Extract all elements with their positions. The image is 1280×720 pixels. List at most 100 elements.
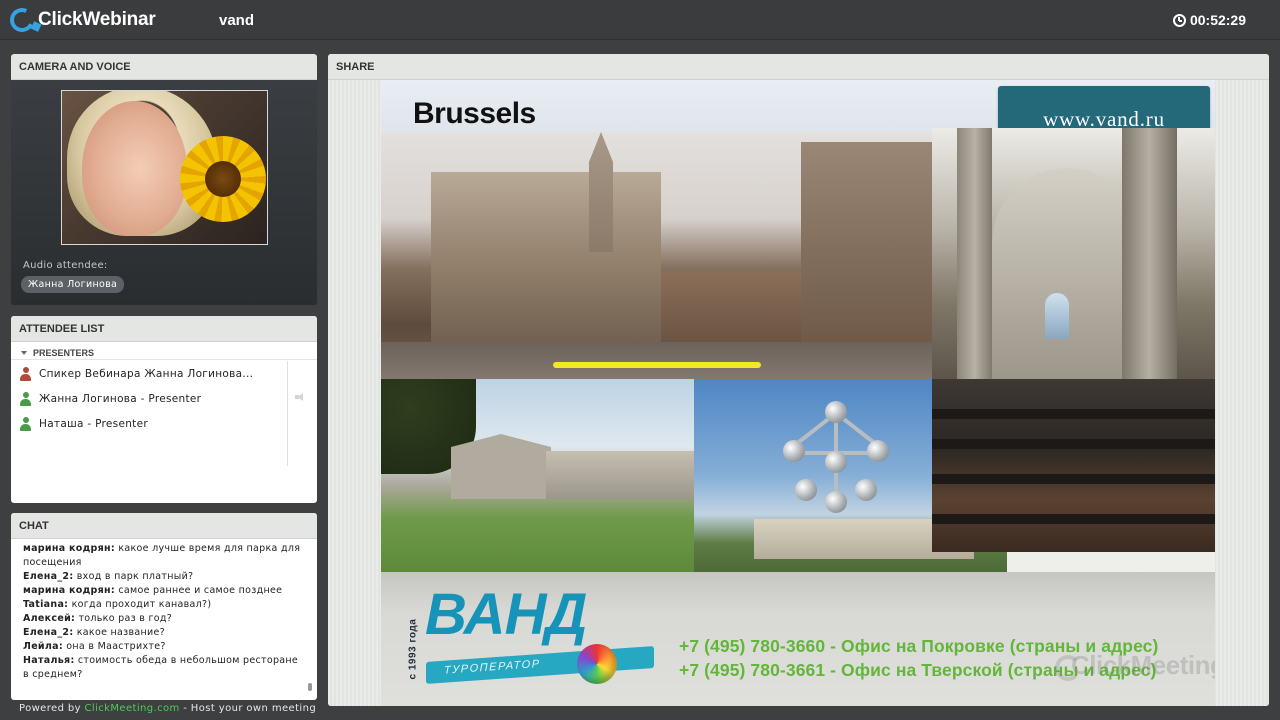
attendee-column-divider (287, 361, 288, 466)
attendee-name: Наташа - Presenter (39, 417, 148, 430)
powered-by-footer: Powered by ClickMeeting.com - Host your … (19, 703, 316, 714)
chat-text: в среднем? (23, 669, 83, 680)
person-icon (19, 366, 32, 381)
pew-row (932, 514, 1215, 524)
attendee-row[interactable]: Наташа - Presenter (11, 411, 287, 436)
chat-author: марина кодрян: (23, 585, 116, 596)
colonnade (546, 451, 694, 499)
chat-message: марина кодрян: самое раннее и самое позд… (23, 584, 307, 598)
clickmeeting-link[interactable]: ClickMeeting.com (85, 703, 180, 714)
vand-ribbon-text: ТУРОПЕРАТОР (444, 657, 541, 677)
pew-row (932, 409, 1215, 419)
chat-text: стоимость обеда в небольшом ресторане (74, 655, 299, 666)
camera-body: Audio attendee: Жанна Логинова (11, 80, 317, 305)
powered-prefix: Powered by (19, 703, 85, 714)
yellow-highlight-stroke (553, 362, 761, 368)
chat-text: посещения (23, 557, 82, 568)
attendee-list: Спикер Вебинара Жанна Логинова... Жанна Л… (11, 361, 287, 436)
attendee-name: Жанна Логинова - Presenter (39, 392, 202, 405)
photo-cathedral-interior (932, 128, 1215, 379)
presenter-video[interactable] (61, 90, 268, 245)
chat-message: Елена_2: вход в парк платный? (23, 570, 307, 584)
atomium-sphere (855, 479, 877, 501)
cathedral-column-right (1122, 128, 1177, 379)
video-face (82, 101, 187, 236)
attendee-row[interactable]: Жанна Логинова - Presenter (11, 386, 287, 411)
grand-place-town-hall (431, 172, 661, 347)
attendee-name: Спикер Вебинара Жанна Логинова... (39, 367, 254, 380)
chat-author: Лейла: (23, 641, 63, 652)
chat-text: самое раннее и самое позднее (115, 585, 283, 596)
share-stage: Brussels www.vand.ru с 1993 года ВАНД ТУ… (328, 80, 1269, 706)
person-icon (19, 416, 32, 431)
photo-grand-place (381, 132, 932, 379)
room-name: vand (219, 12, 255, 29)
presenters-group-toggle[interactable]: PRESENTERS (11, 342, 317, 360)
person-icon (19, 391, 32, 406)
attendee-panel-title: ATTENDEE LIST (11, 316, 317, 342)
atomium-sphere (867, 440, 889, 462)
camera-panel-title: CAMERA AND VOICE (11, 54, 317, 80)
grand-place-square (381, 342, 932, 379)
brand-logo: ClickWebinar (6, 4, 156, 36)
chat-author: Елена_2: (23, 571, 74, 582)
chat-author: Tatiana: (23, 599, 69, 610)
session-timer: 00:52:29 (1172, 12, 1246, 28)
grand-place-kings-house (801, 142, 932, 347)
chat-message: Tatiana: когда проходит канавал?) (23, 598, 307, 612)
cathedral-column-left (957, 128, 992, 379)
grand-place-guild-houses (661, 272, 801, 342)
globe-icon (577, 644, 617, 684)
chat-author: Елена_2: (23, 627, 74, 638)
audio-attendee-label: Audio attendee: (23, 260, 108, 271)
chat-panel: CHAT марина кодрян: какое лучше время дл… (11, 513, 317, 700)
chat-message: Лейла: она в Маастрихте? (23, 640, 307, 654)
powered-suffix: - Host your own meeting (179, 703, 317, 714)
atomium-sphere (825, 451, 847, 473)
chat-text: она в Маастрихте? (62, 641, 166, 652)
photo-cinquantenaire (381, 379, 694, 572)
chat-message: марина кодрян: какое лучше время для пар… (23, 542, 307, 556)
chat-message: в среднем? (23, 668, 307, 682)
audio-attendee-chip[interactable]: Жанна Логинова (21, 276, 125, 293)
clickwebinar-logo-icon (6, 4, 38, 36)
pew-row (932, 474, 1215, 484)
vand-logo: ВАНД (425, 582, 587, 647)
timer-value: 00:52:29 (1189, 12, 1246, 28)
cathedral-arch (992, 168, 1142, 379)
attendee-row[interactable]: Спикер Вебинара Жанна Логинова... (11, 361, 287, 386)
clock-icon (1172, 13, 1186, 27)
chat-scrollbar[interactable] (308, 683, 312, 691)
chat-text: вход в парк платный? (73, 571, 194, 582)
vand-since-label: с 1993 года (405, 582, 419, 682)
atomium-sphere (783, 440, 805, 462)
share-panel-title: SHARE (328, 54, 1269, 80)
sunflower-center (205, 161, 241, 197)
top-bar: ClickWebinar vand 00:52:29 (0, 0, 1280, 40)
brand-name: ClickWebinar (38, 9, 156, 30)
collapse-triangle-icon (21, 350, 27, 355)
pew-row (932, 439, 1215, 449)
chat-author: Наталья: (23, 655, 75, 666)
photo-church-pews (932, 379, 1215, 552)
chat-text: когда проходит канавал?) (68, 599, 212, 610)
chat-author: марина кодрян: (23, 543, 116, 554)
share-panel: SHARE Brussels www.vand.ru с 1993 года В… (328, 54, 1269, 706)
chat-text: какое название? (73, 627, 166, 638)
atomium-sphere (825, 401, 847, 423)
vand-since-text: с 1993 года (407, 618, 419, 680)
speaker-icon[interactable] (295, 393, 309, 401)
presenters-group-label: PRESENTERS (33, 347, 95, 358)
chat-message: Алексей: только раз в год? (23, 612, 307, 626)
slide-title: Brussels (413, 97, 536, 130)
chat-panel-title: CHAT (11, 513, 317, 539)
shared-slide: Brussels www.vand.ru с 1993 года ВАНД ТУ… (381, 80, 1215, 706)
chat-messages: марина кодрян: какое лучше время для пар… (11, 542, 307, 682)
attendee-panel: ATTENDEE LIST PRESENTERS Спикер Вебинара… (11, 316, 317, 503)
chat-text: какое лучше время для парка для (115, 543, 301, 554)
cathedral-window (1045, 293, 1069, 339)
slide-url-box: www.vand.ru (998, 86, 1210, 132)
chat-text: только раз в год? (75, 613, 173, 624)
triumphal-arch (451, 434, 551, 499)
camera-panel: CAMERA AND VOICE Audio attendee: Жанна Л… (11, 54, 317, 305)
